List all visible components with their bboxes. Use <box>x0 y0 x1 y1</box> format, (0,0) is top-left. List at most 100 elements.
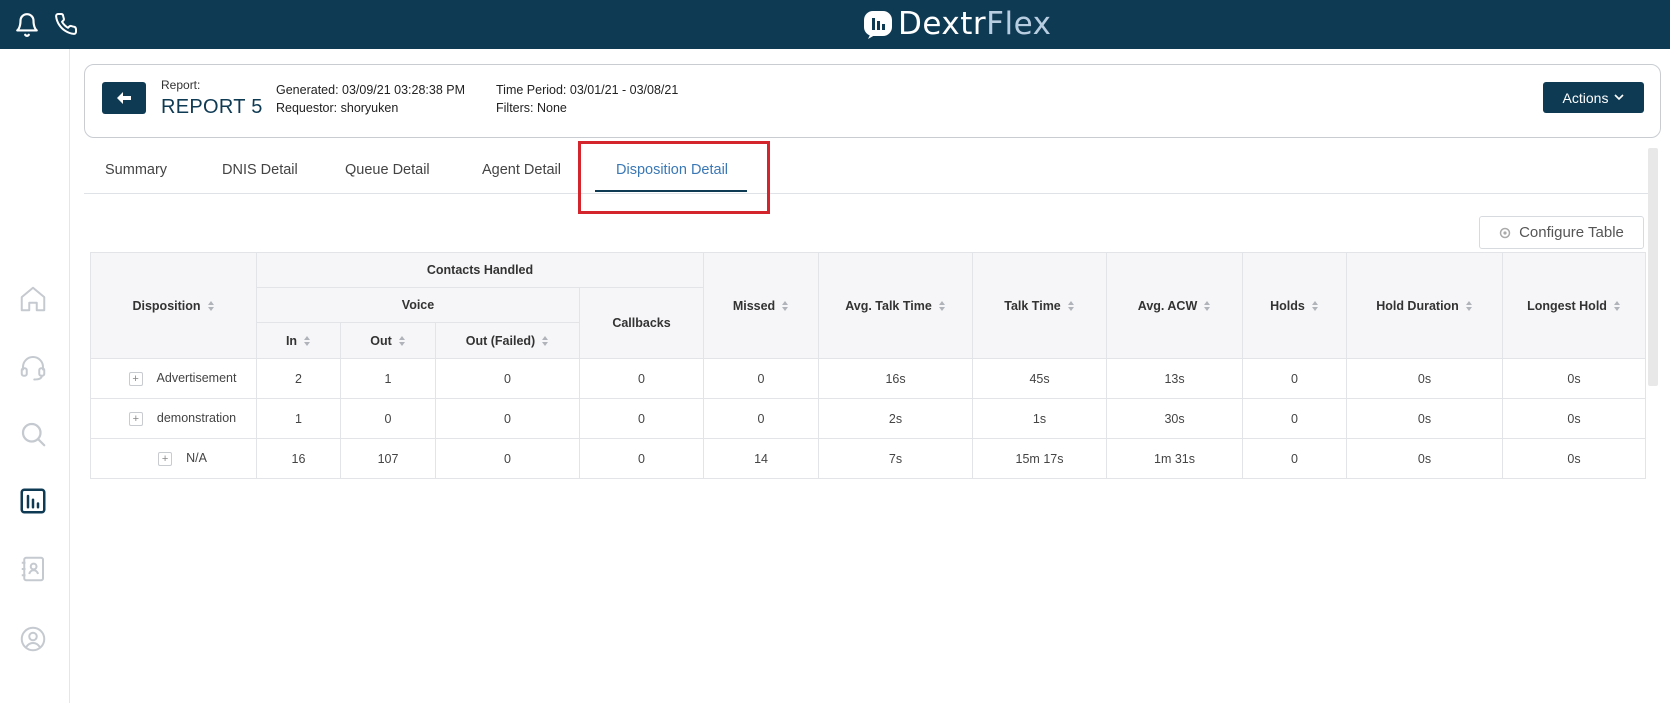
sort-icon[interactable] <box>1311 300 1319 312</box>
sort-icon[interactable] <box>1613 300 1621 312</box>
user-circle-icon[interactable] <box>18 624 48 654</box>
table-cell: 16s <box>818 358 974 399</box>
bell-icon[interactable] <box>14 12 40 38</box>
group-contacts-handled: Contacts Handled <box>255 252 705 288</box>
table-cell: 1 <box>256 398 341 439</box>
col-longest-hold[interactable]: Longest Hold <box>1502 252 1647 359</box>
table-cell: 30s <box>1106 398 1244 439</box>
table-row: + demonstration 1 0 0 0 0 2s 1s 30s 0 0s … <box>90 398 1647 439</box>
report-label: Report: <box>161 78 201 92</box>
table-row: + Advertisement 2 1 0 0 0 16s 45s 13s 0 0… <box>90 358 1647 399</box>
table-cell: 16 <box>256 438 341 479</box>
sort-icon[interactable] <box>1203 300 1211 312</box>
tab-queue-detail[interactable]: Queue Detail <box>345 162 430 178</box>
sort-icon[interactable] <box>1465 300 1473 312</box>
report-name: REPORT 5 <box>161 96 263 118</box>
table-cell: 1m 31s <box>1106 438 1244 479</box>
table-cell: 0 <box>703 358 820 399</box>
table-cell: 0s <box>1502 358 1647 399</box>
disposition-cell: + N/A <box>90 438 257 479</box>
report-header: Report: REPORT 5 Generated: 03/09/21 03:… <box>84 64 1661 138</box>
actions-label: Actions <box>1562 89 1609 106</box>
annotation-highlight-box <box>578 141 770 214</box>
table-cell: 0 <box>703 398 820 439</box>
table-cell: 7s <box>818 438 974 479</box>
sort-icon[interactable] <box>781 300 789 312</box>
disposition-cell: + Advertisement <box>90 358 257 399</box>
table-cell: 0 <box>578 438 705 479</box>
dextrflex-logo: DextrFlex <box>862 6 1051 42</box>
table-cell: 0 <box>340 398 436 439</box>
back-button[interactable] <box>102 82 146 114</box>
report-tabs: Summary DNIS Detail Queue Detail Agent D… <box>84 148 1652 194</box>
col-in[interactable]: In <box>256 322 341 359</box>
time-period-text: Time Period: 03/01/21 - 03/08/21 <box>496 83 679 97</box>
arrow-left-icon <box>117 92 131 104</box>
table-cell: 0s <box>1502 398 1647 439</box>
col-avg-acw[interactable]: Avg. ACW <box>1106 252 1244 359</box>
table-cell: 0 <box>435 358 580 399</box>
col-callbacks: Callbacks <box>578 287 705 359</box>
col-out[interactable]: Out <box>340 322 436 359</box>
tab-agent-detail[interactable]: Agent Detail <box>482 162 561 178</box>
table-cell: 15m 17s <box>972 438 1108 479</box>
col-out-failed[interactable]: Out (Failed) <box>435 322 580 359</box>
table-cell: 14 <box>703 438 820 479</box>
table-cell: 107 <box>340 438 436 479</box>
table-cell: 0s <box>1346 358 1504 399</box>
reports-icon[interactable] <box>18 486 48 516</box>
brand-name-part2: Flex <box>986 6 1052 42</box>
gear-icon <box>1499 227 1511 238</box>
table-cell: 1s <box>972 398 1108 439</box>
table-cell: 0 <box>578 398 705 439</box>
sort-icon[interactable] <box>398 335 406 347</box>
table-cell: 0s <box>1502 438 1647 479</box>
actions-button[interactable]: Actions <box>1543 82 1644 113</box>
table-cell: 0 <box>435 438 580 479</box>
sort-icon[interactable] <box>207 300 215 312</box>
page-scrollbar[interactable] <box>1648 148 1658 386</box>
group-voice: Voice <box>256 287 580 323</box>
table-cell: 0s <box>1346 398 1504 439</box>
configure-table-label: Configure Table <box>1519 224 1624 241</box>
sort-icon[interactable] <box>541 335 549 347</box>
generated-text: Generated: 03/09/21 03:28:38 PM <box>276 83 466 97</box>
table-cell: 0 <box>1242 358 1348 399</box>
configure-table-button[interactable]: Configure Table <box>1479 216 1644 249</box>
logo-mark-icon <box>864 11 892 39</box>
col-hold-duration[interactable]: Hold Duration <box>1346 252 1504 359</box>
tab-summary[interactable]: Summary <box>105 162 167 178</box>
table-cell: 0 <box>578 358 705 399</box>
table-cell: 0 <box>1242 438 1348 479</box>
chevron-down-icon <box>1614 94 1625 101</box>
table-cell: 0s <box>1346 438 1504 479</box>
phone-icon[interactable] <box>54 12 80 38</box>
disposition-table: Disposition Contacts Handled Missed Avg.… <box>90 252 1647 479</box>
col-disposition[interactable]: Disposition <box>90 252 257 359</box>
col-holds[interactable]: Holds <box>1242 252 1348 359</box>
expand-icon[interactable]: + <box>128 371 143 386</box>
table-cell: 13s <box>1106 358 1244 399</box>
sort-icon[interactable] <box>1067 300 1075 312</box>
top-bar: DextrFlex <box>0 0 1670 49</box>
table-cell: 2s <box>818 398 974 439</box>
sort-icon[interactable] <box>303 335 311 347</box>
expand-icon[interactable]: + <box>128 411 143 426</box>
col-missed[interactable]: Missed <box>703 252 820 359</box>
col-avg-talk-time[interactable]: Avg. Talk Time <box>818 252 974 359</box>
search-icon[interactable] <box>18 419 48 449</box>
disposition-cell: + demonstration <box>90 398 257 439</box>
contacts-icon[interactable] <box>18 554 48 584</box>
home-icon[interactable] <box>18 284 48 314</box>
expand-icon[interactable]: + <box>158 451 173 466</box>
table-cell: 2 <box>256 358 341 399</box>
brand-name-part1: Dextr <box>898 6 987 42</box>
requestor-text: Requestor: shoryuken <box>276 101 399 115</box>
col-talk-time[interactable]: Talk Time <box>972 252 1108 359</box>
filters-text: Filters: None <box>496 101 567 115</box>
table-cell: 1 <box>340 358 436 399</box>
tab-dnis-detail[interactable]: DNIS Detail <box>222 162 298 178</box>
sort-icon[interactable] <box>938 300 946 312</box>
headset-icon[interactable] <box>18 352 48 382</box>
table-cell: 45s <box>972 358 1108 399</box>
